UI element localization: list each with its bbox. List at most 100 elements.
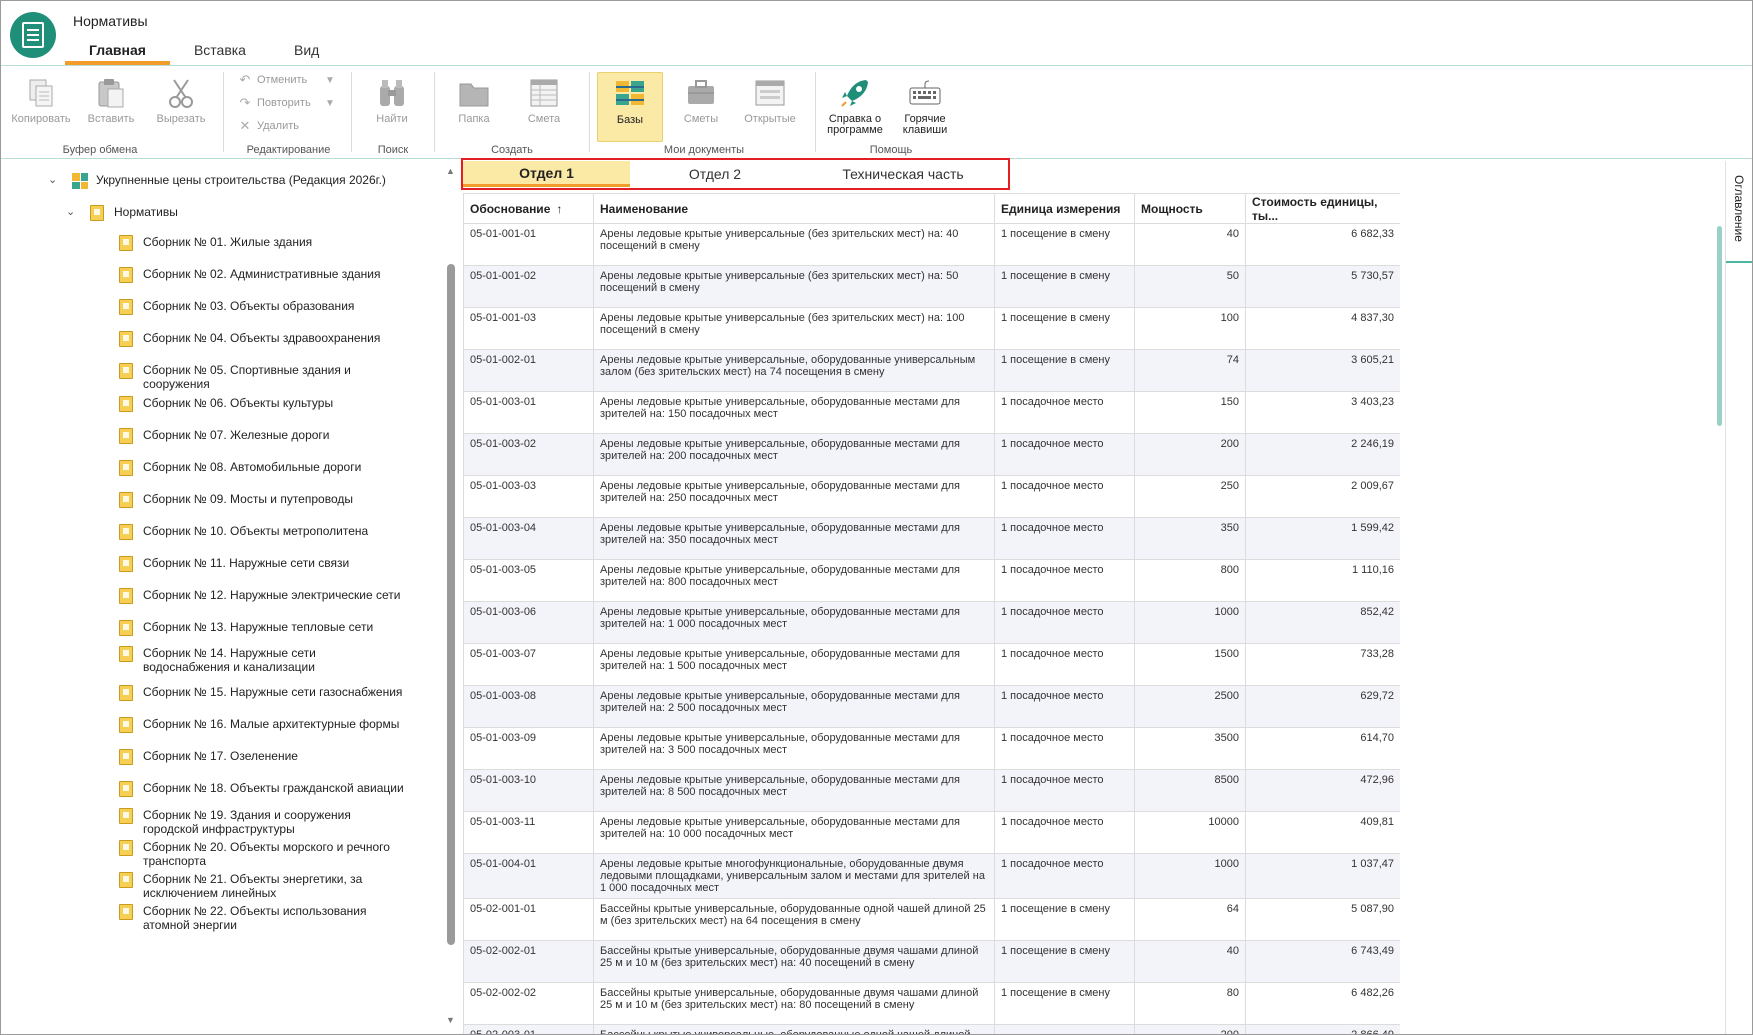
cell-unit-cost[interactable]: 5 087,90 xyxy=(1245,898,1400,941)
cell-code[interactable]: 05-01-003-03 xyxy=(463,475,594,518)
cell-name[interactable]: Арены ледовые крытые универсальные, обор… xyxy=(593,685,995,728)
table-row[interactable]: 05-01-003-08 Арены ледовые крытые универс… xyxy=(463,685,1400,728)
tree-item-collection[interactable]: Сборник № 16. Малые архитектурные формы xyxy=(119,717,406,733)
cell-unit-cost[interactable]: 5 730,57 xyxy=(1245,265,1400,308)
redo-button[interactable]: ↷ Повторить xyxy=(238,93,311,113)
cell-capacity[interactable]: 350 xyxy=(1134,517,1246,560)
cell-capacity[interactable]: 100 xyxy=(1134,307,1246,350)
table-row[interactable]: 05-01-003-09 Арены ледовые крытые универс… xyxy=(463,727,1400,770)
new-folder-button[interactable]: Папка xyxy=(439,72,509,138)
tree-item-collection[interactable]: Сборник № 14. Наружные сети водоснабжени… xyxy=(119,646,406,674)
cell-capacity[interactable]: 1000 xyxy=(1134,853,1246,899)
table-row[interactable]: 05-02-001-01 Бассейны крытые универсальны… xyxy=(463,898,1400,941)
about-button[interactable]: Справка о программе xyxy=(820,72,890,138)
cell-unit[interactable]: 1 посадочное место xyxy=(994,643,1135,686)
tab-technical-part[interactable]: Техническая часть xyxy=(800,161,1006,187)
tab-department-1[interactable]: Отдел 1 xyxy=(463,161,630,187)
cell-capacity[interactable]: 3500 xyxy=(1134,727,1246,770)
cell-code[interactable]: 05-01-001-03 xyxy=(463,307,594,350)
cell-code[interactable]: 05-01-004-01 xyxy=(463,853,594,899)
table-row[interactable]: 05-01-001-03 Арены ледовые крытые универс… xyxy=(463,307,1400,350)
cell-code[interactable]: 05-02-002-02 xyxy=(463,982,594,1025)
cell-unit[interactable]: 1 посадочное место xyxy=(994,769,1135,812)
cell-unit-cost[interactable]: 1 037,47 xyxy=(1245,853,1400,899)
tree-item-collection[interactable]: Сборник № 11. Наружные сети связи xyxy=(119,556,406,572)
tab-department-2[interactable]: Отдел 2 xyxy=(630,161,800,187)
cut-button[interactable]: Вырезать xyxy=(146,72,216,138)
tree-item-collection[interactable]: Сборник № 06. Объекты культуры xyxy=(119,396,406,412)
cell-unit-cost[interactable]: 472,96 xyxy=(1245,769,1400,812)
chevron-down-icon[interactable]: ⌄ xyxy=(48,173,62,187)
cell-unit-cost[interactable]: 4 837,30 xyxy=(1245,307,1400,350)
cell-name[interactable]: Бассейны крытые универсальные, оборудова… xyxy=(593,1024,995,1034)
tab-home[interactable]: Главная xyxy=(65,39,170,65)
table-row[interactable]: 05-01-004-01 Арены ледовые крытые многофу… xyxy=(463,853,1400,899)
cell-code[interactable]: 05-02-003-01 xyxy=(463,1024,594,1034)
column-header-unit-cost[interactable]: Стоимость единицы, ты... xyxy=(1245,193,1400,224)
cell-capacity[interactable]: 1500 xyxy=(1134,643,1246,686)
cell-unit[interactable]: 1 посещение в смену xyxy=(994,349,1135,392)
tree-item-collection[interactable]: Сборник № 15. Наружные сети газоснабжени… xyxy=(119,685,406,701)
hotkeys-button[interactable]: Горячие клавиши xyxy=(890,72,960,138)
cell-code[interactable]: 05-02-002-01 xyxy=(463,940,594,983)
cell-code[interactable]: 05-01-001-02 xyxy=(463,265,594,308)
cell-unit[interactable]: 1 посадочное место xyxy=(994,601,1135,644)
tab-insert[interactable]: Вставка xyxy=(170,39,270,65)
cell-capacity[interactable]: 1000 xyxy=(1134,601,1246,644)
cell-unit-cost[interactable]: 1 110,16 xyxy=(1245,559,1400,602)
cell-capacity[interactable]: 250 xyxy=(1134,475,1246,518)
tab-view[interactable]: Вид xyxy=(270,39,343,65)
cell-name[interactable]: Арены ледовые крытые универсальные, обор… xyxy=(593,601,995,644)
cell-unit-cost[interactable]: 3 403,23 xyxy=(1245,391,1400,434)
cell-code[interactable]: 05-01-003-10 xyxy=(463,769,594,812)
bases-button[interactable]: Базы xyxy=(597,72,663,142)
cell-capacity[interactable]: 200 xyxy=(1134,433,1246,476)
tree-item-collection[interactable]: Сборник № 19. Здания и сооружения городс… xyxy=(119,808,406,836)
cell-unit-cost[interactable]: 2 866,49 xyxy=(1245,1024,1400,1034)
cell-unit-cost[interactable]: 2 246,19 xyxy=(1245,433,1400,476)
cell-unit[interactable]: 1 посещение в смену xyxy=(994,265,1135,308)
paste-button[interactable]: Вставить xyxy=(76,72,146,138)
cell-unit[interactable]: 1 посадочное место xyxy=(994,391,1135,434)
cell-code[interactable]: 05-01-003-04 xyxy=(463,517,594,560)
cell-capacity[interactable]: 64 xyxy=(1134,898,1246,941)
new-estimate-button[interactable]: Смета xyxy=(509,72,579,138)
cell-unit[interactable]: 1 посещение в смену xyxy=(994,307,1135,350)
tree-item-normatives[interactable]: ⌄ Нормативы xyxy=(66,205,406,221)
estimates-button[interactable]: Сметы xyxy=(666,72,736,138)
table-row[interactable]: 05-01-003-02 Арены ледовые крытые универс… xyxy=(463,433,1400,476)
cell-name[interactable]: Арены ледовые крытые универсальные (без … xyxy=(593,223,995,266)
app-logo-icon[interactable] xyxy=(10,12,56,58)
tree-item-collection[interactable]: Сборник № 20. Объекты морского и речного… xyxy=(119,840,406,868)
tree-item-collection[interactable]: Сборник № 04. Объекты здравоохранения xyxy=(119,331,406,347)
copy-button[interactable]: Копировать xyxy=(6,72,76,138)
cell-name[interactable]: Арены ледовые крытые многофункциональные… xyxy=(593,853,995,899)
tab-table-of-contents[interactable]: Оглавление xyxy=(1726,171,1752,263)
cell-name[interactable]: Арены ледовые крытые универсальные (без … xyxy=(593,265,995,308)
cell-code[interactable]: 05-01-003-11 xyxy=(463,811,594,854)
chevron-down-icon[interactable]: ⌄ xyxy=(66,205,80,219)
cell-unit-cost[interactable]: 409,81 xyxy=(1245,811,1400,854)
table-row[interactable]: 05-01-003-10 Арены ледовые крытые универс… xyxy=(463,769,1400,812)
cell-name[interactable]: Арены ледовые крытые универсальные, обор… xyxy=(593,517,995,560)
cell-unit-cost[interactable]: 614,70 xyxy=(1245,727,1400,770)
tree-item-collection[interactable]: Сборник № 22. Объекты использования атом… xyxy=(119,904,406,932)
cell-unit-cost[interactable]: 6 743,49 xyxy=(1245,940,1400,983)
cell-unit[interactable]: 1 посадочное место xyxy=(994,559,1135,602)
cell-unit[interactable]: 1 посещение в смену xyxy=(994,898,1135,941)
undo-button[interactable]: ↶ Отменить xyxy=(238,70,308,90)
cell-name[interactable]: Арены ледовые крытые универсальные, обор… xyxy=(593,433,995,476)
cell-unit-cost[interactable]: 629,72 xyxy=(1245,685,1400,728)
cell-name[interactable]: Бассейны крытые универсальные, оборудова… xyxy=(593,898,995,941)
table-row[interactable]: 05-01-003-01 Арены ледовые крытые универс… xyxy=(463,391,1400,434)
tree-item-collection[interactable]: Сборник № 17. Озеленение xyxy=(119,749,406,765)
cell-code[interactable]: 05-01-003-05 xyxy=(463,559,594,602)
cell-code[interactable]: 05-01-003-09 xyxy=(463,727,594,770)
tree-item-collection[interactable]: Сборник № 08. Автомобильные дороги xyxy=(119,460,406,476)
cell-capacity[interactable]: 80 xyxy=(1134,982,1246,1025)
cell-capacity[interactable]: 800 xyxy=(1134,559,1246,602)
delete-button[interactable]: ✕ Удалить xyxy=(238,116,299,136)
cell-unit-cost[interactable]: 6 682,33 xyxy=(1245,223,1400,266)
cell-unit-cost[interactable]: 733,28 xyxy=(1245,643,1400,686)
cell-code[interactable]: 05-01-003-02 xyxy=(463,433,594,476)
